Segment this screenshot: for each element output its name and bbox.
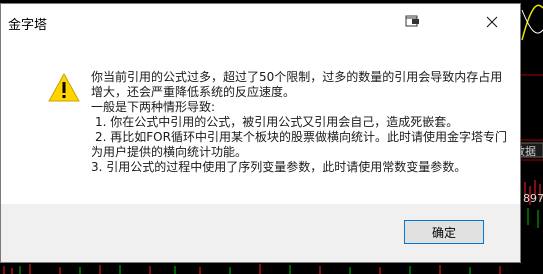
message-line: 一般是下两种情形导致:	[91, 100, 216, 114]
message-line: 3. 引用公式的过程中使用了序列变量参数，此时请使用常数变量参数。	[91, 160, 467, 174]
window-switch-icon[interactable]	[405, 14, 421, 28]
ok-button[interactable]: 确定	[404, 220, 484, 244]
dialog-title: 金字塔	[8, 18, 48, 33]
dialog-message: 你当前引用的公式过多，超过了50个限制，过多的数量的引用会导致内存占用 增大，还…	[91, 70, 511, 175]
message-line: 增大，还会严重降低系统的反应速度。	[91, 85, 296, 99]
dialog-body: 你当前引用的公式过多，超过了50个限制，过多的数量的引用会导致内存占用 增大，还…	[1, 40, 520, 204]
chart-price-label: 897	[523, 192, 543, 205]
message-line: 为用户提供的横向统计功能。	[91, 145, 248, 159]
dialog-titlebar[interactable]: 金字塔	[1, 4, 520, 40]
message-line: 你当前引用的公式过多，超过了50个限制，过多的数量的引用会导致内存占用	[91, 70, 503, 84]
warning-icon	[48, 73, 80, 102]
message-dialog: 金字塔 你当前引用的公式过多，超过了50个限制，过多的数量的引用会导致内存占用 …	[0, 3, 521, 263]
dialog-footer: 确定	[1, 204, 520, 262]
message-line: 1. 你在公式中引用的公式，被引用公式又引用会自己，造成死嵌套。	[95, 115, 459, 129]
message-line: 2. 再比如FOR循环中引用某个板块的股票做横向统计。此时请使用金字塔专门	[95, 130, 507, 144]
close-icon[interactable]	[471, 7, 513, 37]
